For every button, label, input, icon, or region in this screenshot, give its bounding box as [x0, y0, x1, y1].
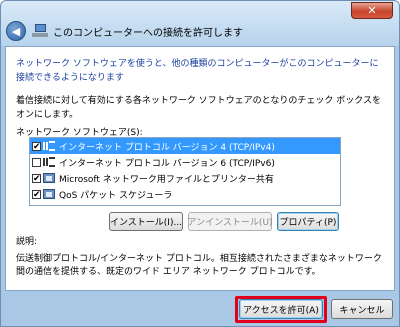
- close-button[interactable]: ✕: [351, 2, 393, 19]
- list-item-label: QoS パケット スケジューラ: [59, 190, 173, 201]
- checkbox-tcpipv4[interactable]: ✔: [32, 141, 41, 151]
- back-button[interactable]: ◀: [6, 21, 26, 41]
- list-item-tcpipv6[interactable]: インターネット プロトコル バージョン 6 (TCP/IPv6): [30, 154, 340, 170]
- list-item-qos-scheduler[interactable]: ✔ QoS パケット スケジューラ: [30, 186, 340, 202]
- list-item-file-printer-sharing[interactable]: ✔ Microsoft ネットワーク用ファイルとプリンター共有: [30, 170, 340, 186]
- list-item-label: インターネット プロトコル バージョン 4 (TCP/IPv4): [59, 142, 275, 153]
- checkbox-tcpipv6[interactable]: [32, 157, 41, 167]
- allow-access-button[interactable]: アクセスを許可(A): [239, 299, 323, 319]
- navigation-row: ◀ このコンピューターへの接続を許可します: [6, 19, 396, 43]
- dialog-window: ✕ ◀ このコンピューターへの接続を許可します ネットワーク ソフトウェアを使う…: [0, 0, 400, 327]
- list-item-label: インターネット プロトコル バージョン 6 (TCP/IPv6): [59, 158, 275, 169]
- description-text: 伝送制御プロトコル/インターネット プロトコル。相互接続されたさまざまなネットワ…: [16, 254, 382, 277]
- network-connection-icon: [32, 24, 48, 38]
- description-group: 説明: 伝送制御プロトコル/インターネット プロトコル。相互接続されたさまざまな…: [16, 234, 386, 284]
- network-protocol-icon: [43, 157, 55, 167]
- list-item-tcpipv4[interactable]: ✔ インターネット プロトコル バージョン 4 (TCP/IPv4): [30, 138, 340, 154]
- title-bar: ✕ ◀ このコンピューターへの接続を許可します: [1, 1, 399, 46]
- checkbox-qos-scheduler[interactable]: ✔: [32, 189, 41, 199]
- cancel-button[interactable]: キャンセル: [331, 299, 393, 319]
- network-service-icon: [43, 189, 55, 199]
- checkbox-file-printer-sharing[interactable]: ✔: [32, 173, 41, 183]
- dialog-content: ネットワーク ソフトウェアを使うと、他の種類のコンピューターがこのコンピューター…: [5, 46, 395, 291]
- install-button[interactable]: インストール(I)...: [109, 212, 183, 231]
- network-protocol-icon: [43, 141, 55, 151]
- network-service-icon: [43, 173, 55, 183]
- uninstall-button[interactable]: アンインストール(U): [187, 212, 273, 231]
- instruction-text: 着信接続に対して有効にする各ネットワーク ソフトウェアのとなりのチェック ボック…: [16, 96, 382, 120]
- list-item-label: Microsoft ネットワーク用ファイルとプリンター共有: [59, 174, 274, 185]
- window-title: このコンピューターへの接続を許可します: [53, 27, 243, 39]
- description-title: 説明:: [16, 237, 38, 247]
- properties-button[interactable]: プロパティ(P): [277, 212, 339, 231]
- intro-text: ネットワーク ソフトウェアを使うと、他の種類のコンピューターがこのコンピューター…: [16, 59, 379, 83]
- software-list[interactable]: ✔ インターネット プロトコル バージョン 4 (TCP/IPv4) インターネ…: [29, 137, 341, 206]
